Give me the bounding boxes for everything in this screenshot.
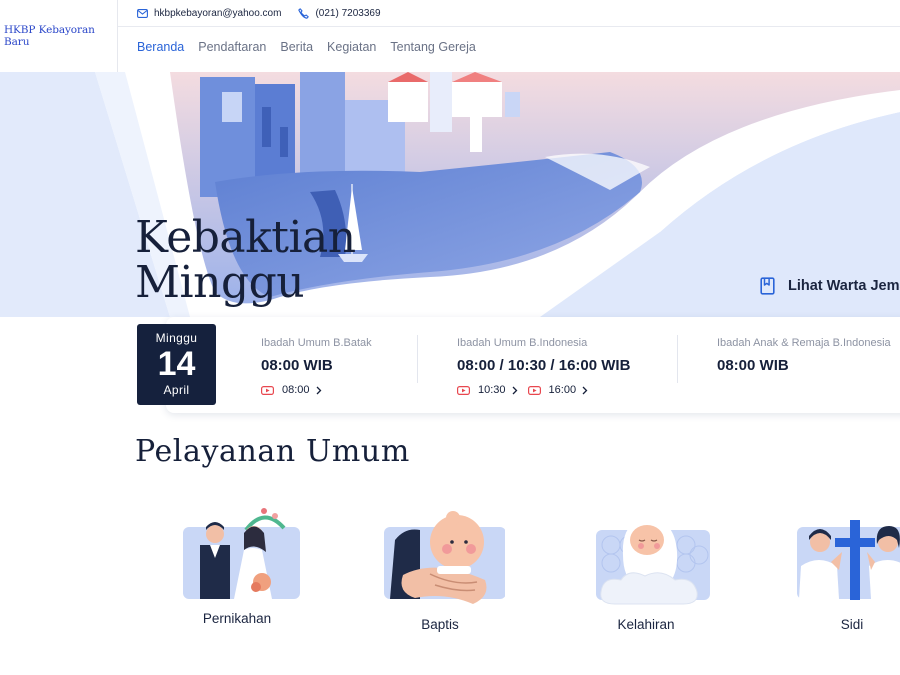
date-badge: Minggu 14 April: [137, 324, 216, 405]
wedding-illustration-icon: [183, 508, 300, 599]
stream-time: 16:00: [548, 384, 577, 396]
stream-time: 08:00: [282, 384, 310, 396]
service-card-kelahiran[interactable]: Kelahiran: [576, 500, 716, 632]
date-day: Minggu: [155, 331, 198, 345]
nav-tentang-gereja[interactable]: Tentang Gereja: [390, 40, 475, 54]
hero-title-line2: Minggu: [135, 257, 305, 308]
section-title: Pelayanan Umum: [135, 434, 410, 469]
service-anak-remaja: Ibadah Anak & Remaja B.Indonesia 08:00 W…: [717, 337, 891, 374]
youtube-stream-link[interactable]: 16:00: [527, 384, 589, 396]
service-label: Baptis: [421, 617, 459, 632]
service-label: Sidi: [840, 617, 864, 632]
chevron-right-icon: [582, 386, 588, 394]
confirmation-prayer-illustration-icon: [797, 520, 900, 600]
contact-phone-text: (021) 7203369: [315, 7, 381, 19]
date-month: April: [163, 383, 190, 397]
service-label: Pernikahan: [202, 611, 272, 626]
service-card-pernikahan[interactable]: Pernikahan: [167, 500, 307, 626]
chevron-right-icon: [316, 386, 321, 394]
service-card-baptis[interactable]: Baptis: [370, 500, 510, 632]
service-card-sidi[interactable]: Sidi: [782, 500, 900, 632]
contact-bar: hkbpkebayoran@yahoo.com (021) 7203369: [118, 0, 900, 27]
service-name: Ibadah Umum B.Indonesia: [457, 337, 588, 349]
mail-icon: [137, 8, 148, 18]
contact-email[interactable]: hkbpkebayoran@yahoo.com: [137, 8, 281, 19]
main-nav: Beranda Pendaftaran Berita Kegiatan Tent…: [137, 40, 490, 54]
service-time: 08:00 WIB: [717, 357, 789, 374]
nav-beranda[interactable]: Beranda: [137, 40, 184, 54]
hero-title: Kebaktian Minggu: [135, 215, 356, 305]
logo-text: HKBP Kebayoran Baru: [4, 24, 95, 48]
contact-email-text: hkbpkebayoran@yahoo.com: [154, 7, 282, 19]
youtube-icon: [261, 385, 274, 395]
youtube-stream-link[interactable]: 08:00: [261, 384, 322, 396]
service-indonesia: Ibadah Umum B.Indonesia 08:00 / 10:30 / …: [457, 337, 630, 396]
warta-jemaat-label: Lihat Warta Jemaat: [788, 278, 900, 294]
schedule-divider: [417, 335, 418, 383]
service-label: Kelahiran: [617, 617, 675, 632]
chevron-right-icon: [512, 386, 517, 394]
nav-pendaftaran[interactable]: Pendaftaran: [198, 40, 266, 54]
phone-icon: [298, 7, 310, 19]
nav-berita[interactable]: Berita: [280, 40, 313, 54]
service-name: Ibadah Anak & Remaja B.Indonesia: [717, 337, 891, 349]
youtube-stream-link[interactable]: 10:30: [457, 384, 518, 396]
nav-kegiatan[interactable]: Kegiatan: [327, 40, 376, 54]
newborn-illustration-icon: [596, 518, 710, 605]
service-time: 08:00 WIB: [261, 357, 333, 374]
stream-time: 10:30: [478, 384, 506, 396]
date-number: 14: [157, 345, 196, 383]
book-icon: [760, 277, 775, 295]
service-batak: Ibadah Umum B.Batak 08:00 WIB 08:00: [261, 337, 372, 396]
baby-baptism-illustration-icon: [384, 511, 505, 604]
warta-jemaat-button[interactable]: Lihat Warta Jemaat: [760, 277, 900, 295]
hero-title-line1: Kebaktian: [135, 212, 356, 263]
schedule-divider: [677, 335, 678, 383]
logo[interactable]: HKBP Kebayoran Baru: [0, 0, 118, 72]
youtube-icon: [527, 385, 541, 395]
service-name: Ibadah Umum B.Batak: [261, 337, 372, 349]
service-time: 08:00 / 10:30 / 16:00 WIB: [457, 357, 631, 374]
youtube-icon: [457, 385, 470, 395]
contact-phone[interactable]: (021) 7203369: [298, 7, 381, 19]
